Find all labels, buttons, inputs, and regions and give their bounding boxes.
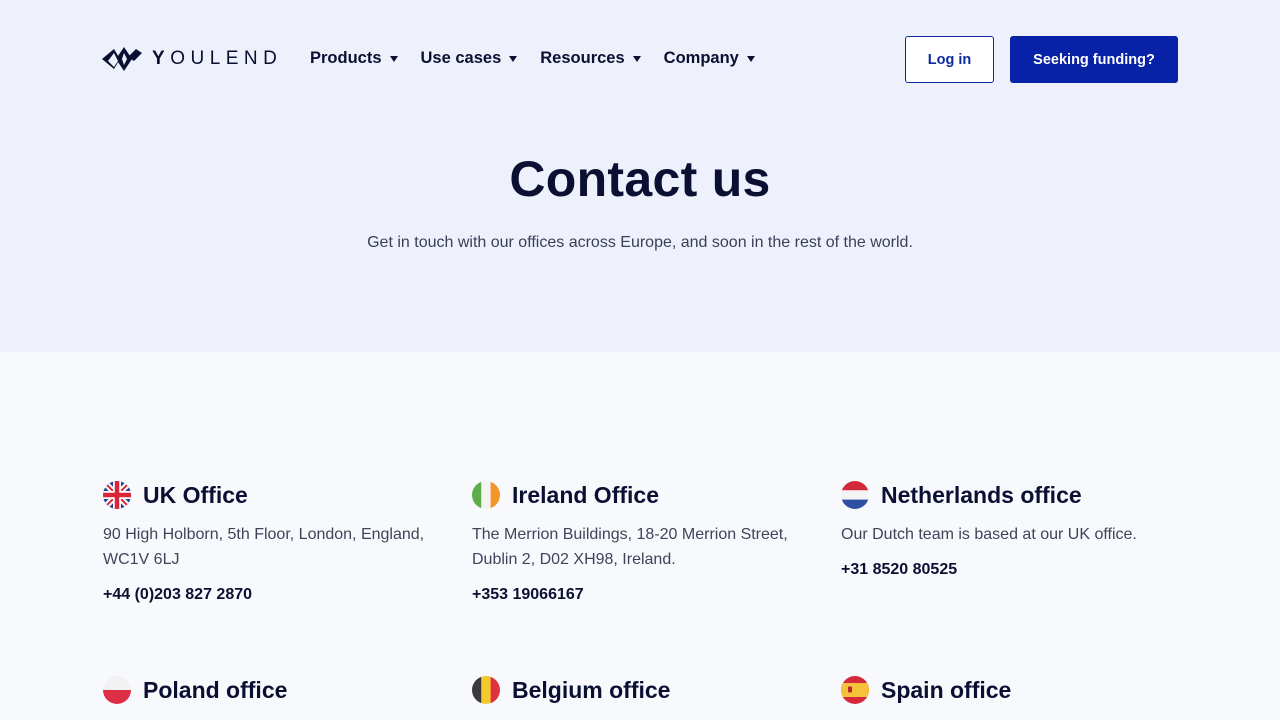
office-card-ireland: Ireland Office The Merrion Buildings, 18… [472,481,812,604]
office-title: UK Office [143,481,248,508]
login-button[interactable]: Log in [905,36,994,83]
nav-products-label: Products [310,49,382,67]
nav-use-cases[interactable]: Use cases [421,49,518,68]
nav-products[interactable]: Products [310,49,398,68]
office-address: Our Dutch team is based at our UK office… [841,526,1137,543]
nav-resources[interactable]: Resources [540,49,641,68]
main-menu: Products Use cases Resources Company [310,49,778,68]
office-title: Ireland Office [512,481,659,508]
office-card-netherlands: Netherlands office Our Dutch team is bas… [841,481,1181,579]
office-title: Netherlands office [881,481,1082,508]
top-navigation: YOULEND Products Use cases Resources Com… [0,36,1280,83]
office-card-spain: Spain office [841,676,1181,704]
uk-flag-icon [103,481,131,509]
office-title: Belgium office [512,676,671,703]
office-title: Poland office [143,676,288,703]
youlend-logo[interactable]: YOULEND [102,45,282,73]
office-phone-link[interactable]: +44 (0)203 827 2870 [103,586,443,604]
office-card-belgium: Belgium office [472,676,812,704]
nav-resources-label: Resources [540,49,625,67]
caret-down-icon [389,56,398,62]
page-subtitle: Get in touch with our offices across Eur… [367,234,913,251]
page-title: Contact us [509,151,771,207]
hero-section: YOULEND Products Use cases Resources Com… [0,0,1280,352]
poland-flag-icon [103,676,131,704]
nav-company[interactable]: Company [664,49,755,68]
netherlands-flag-icon [841,481,869,509]
caret-down-icon [632,56,641,62]
spain-flag-icon [841,676,869,704]
caret-down-icon [509,56,518,62]
belgium-flag-icon [472,676,500,704]
office-phone-link[interactable]: +31 8520 80525 [841,561,1181,579]
office-card-poland: Poland office [103,676,443,704]
office-address: 90 High Holborn, 5th Floor, London, Engl… [103,526,425,568]
seeking-funding-button[interactable]: Seeking funding? [1010,36,1178,83]
office-phone-link[interactable]: +353 19066167 [472,586,812,604]
office-title: Spain office [881,676,1012,703]
caret-down-icon [746,56,755,62]
youlend-logo-icon [102,47,142,71]
nav-company-label: Company [663,49,739,67]
office-card-uk: UK Office 90 High Holborn, 5th Floor, Lo… [103,481,443,604]
nav-use-cases-label: Use cases [420,49,502,67]
logo-wordmark: YOULEND [152,48,283,69]
ireland-flag-icon [472,481,500,509]
office-address: The Merrion Buildings, 18-20 Merrion Str… [472,526,788,568]
